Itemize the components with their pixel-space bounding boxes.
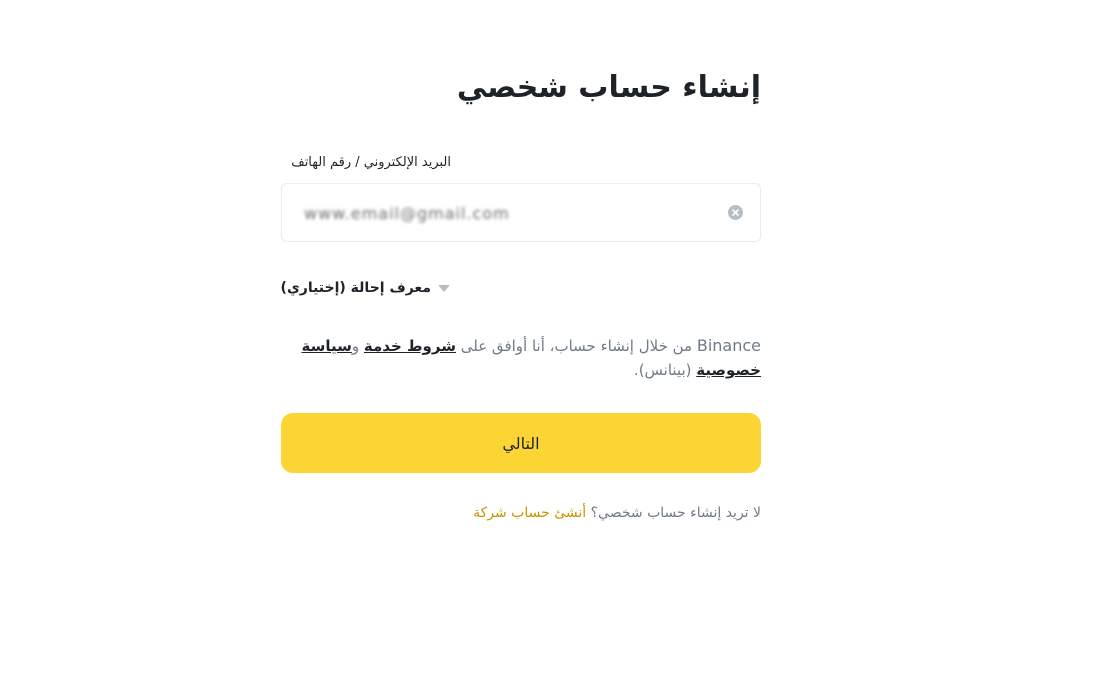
terms-of-service-link[interactable]: شروط خدمة [364, 337, 456, 355]
create-business-account-link[interactable]: أنشئ حساب شركة [473, 505, 586, 521]
email-phone-field[interactable] [281, 183, 761, 242]
caret-down-icon [438, 284, 450, 292]
terms-conjunction: و [351, 337, 360, 355]
next-button[interactable]: التالي [281, 413, 761, 473]
footer-question: لا تريد إنشاء حساب شخصي؟ [590, 505, 761, 521]
page-title: إنشاء حساب شخصي [456, 70, 761, 105]
terms-prefix: من خلال إنشاء حساب، أنا أوافق على [460, 337, 693, 355]
referral-toggle[interactable]: معرف إحالة (إختياري) [281, 280, 450, 296]
email-phone-label: البريد الإلكتروني / رقم الهاتف [291, 155, 451, 170]
terms-suffix: (بينانس). [633, 361, 692, 379]
email-phone-input[interactable] [304, 201, 524, 225]
terms-text: Binance من خلال إنشاء حساب، أنا أوافق عل… [281, 334, 762, 382]
terms-brand: Binance [696, 336, 761, 355]
footer-prompt: لا تريد إنشاء حساب شخصي؟ أنشئ حساب شركة [473, 505, 761, 521]
referral-label: معرف إحالة (إختياري) [280, 280, 431, 296]
clear-circle-icon[interactable] [728, 205, 743, 220]
